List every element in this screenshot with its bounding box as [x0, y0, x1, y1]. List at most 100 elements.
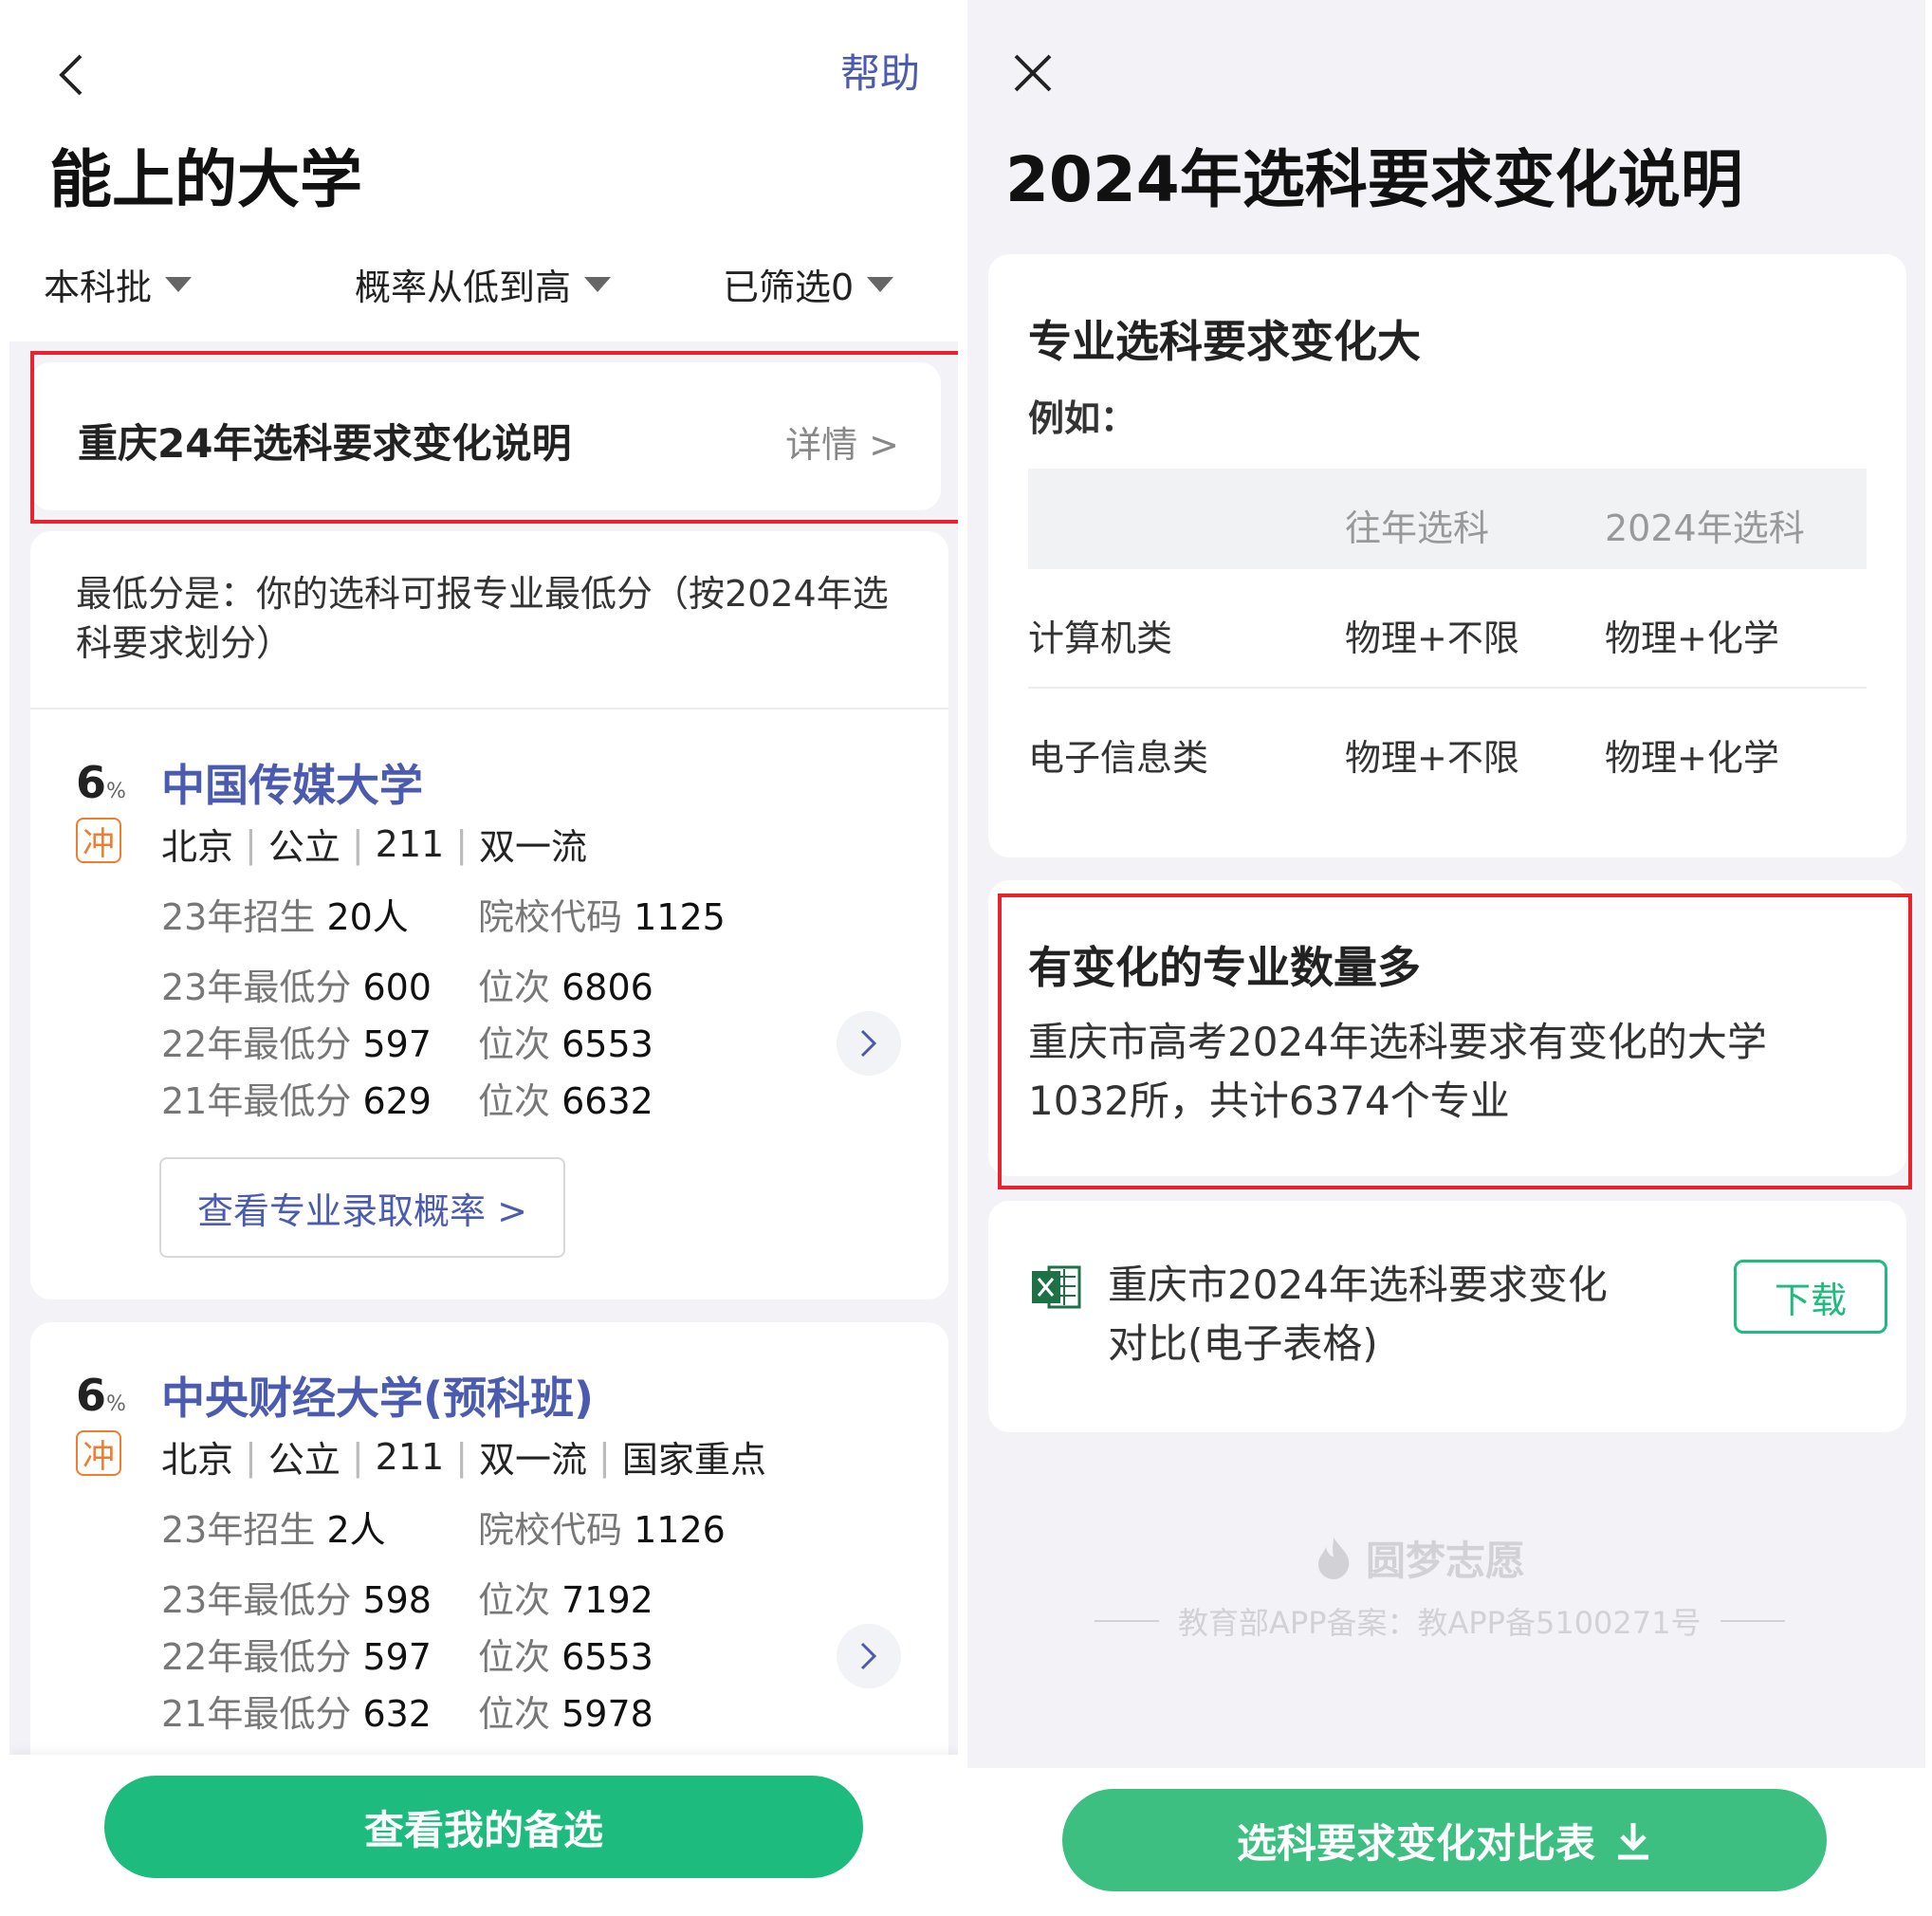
- rank-value: 6553: [561, 1636, 653, 1678]
- table-cell: 计算机类: [1028, 617, 1173, 659]
- enroll-value: 20人: [326, 896, 409, 938]
- score-label: 21年最低分: [161, 1080, 352, 1122]
- section-subtitle: 例如：: [1028, 397, 1137, 439]
- chevron-left-icon: [59, 54, 83, 96]
- view-major-probability-button[interactable]: 查看专业录取概率 >: [159, 1157, 565, 1258]
- close-button[interactable]: [1000, 40, 1066, 106]
- section-card: 专业选科要求变化大 例如： 往年选科 2024年选科 计算机类 物理+不限 物理…: [988, 254, 1906, 857]
- university-detail-button[interactable]: [837, 1011, 901, 1076]
- table-cell: 物理+化学: [1605, 737, 1779, 779]
- section-title: 专业选科要求变化大: [1028, 316, 1421, 367]
- highlight-frame: [998, 894, 1912, 1189]
- score-value: 597: [362, 1636, 432, 1678]
- rank-label: 位次: [478, 967, 551, 1008]
- code-value: 1125: [634, 896, 726, 938]
- score-row: 23年最低分 598: [161, 1571, 432, 1623]
- rank-value: 7192: [561, 1579, 653, 1621]
- enroll-label: 23年招生: [161, 1509, 316, 1551]
- enroll-label: 23年招生: [161, 896, 316, 938]
- rank-row: 位次 5978: [478, 1685, 653, 1737]
- university-name[interactable]: 中国传媒大学: [161, 751, 423, 814]
- probability-value: 6: [76, 1370, 107, 1421]
- tag: 公立: [267, 826, 340, 868]
- left-screen: 帮助 能上的大学 本科批 概率从低到高 已筛选0 重庆24年选科要求变化说明 详…: [9, 0, 958, 1916]
- brand-watermark: 圆梦志愿: [1313, 1529, 1525, 1587]
- university-detail-button[interactable]: [837, 1624, 901, 1688]
- filter-batch[interactable]: 本科批: [44, 258, 193, 310]
- dropdown-caret-icon: [867, 276, 894, 292]
- school-code: 院校代码 1126: [478, 1501, 726, 1553]
- close-icon: [1014, 54, 1052, 92]
- score-value: 598: [362, 1579, 432, 1621]
- university-tags: 北京 | 公立 | 211 | 双一流: [161, 818, 587, 870]
- table-header-cell: 往年选科: [1345, 507, 1490, 549]
- chevron-right-icon: [860, 1029, 877, 1058]
- tag: 211: [375, 822, 445, 865]
- page-title: 2024年选科要求变化说明: [1005, 143, 1743, 216]
- probability-unit: %: [106, 780, 126, 803]
- university-name[interactable]: 中央财经大学(预科班): [161, 1364, 594, 1427]
- file-name: 重庆市2024年选科要求变化对比(电子表格): [1108, 1262, 1608, 1367]
- probability: 6%: [76, 1370, 126, 1421]
- filter-selected[interactable]: 已筛选0: [723, 258, 894, 310]
- brand-name: 圆梦志愿: [1366, 1538, 1526, 1584]
- university-card[interactable]: 6% 中央财经大学(预科班) 冲 北京 | 公立 | 211 | 双一流 | 国家重点 …: [30, 1322, 948, 1796]
- rank-value: 6806: [561, 967, 653, 1008]
- university-list-card: 最低分是：你的选科可报专业最低分（按2024年选科要求划分） 6% 中国传媒大学…: [30, 531, 948, 1299]
- rank-row: 位次 6553: [478, 1628, 653, 1680]
- score-value: 597: [362, 1023, 432, 1065]
- record-text: 教育部APP备案：教APP备5100271号: [1178, 1605, 1702, 1641]
- rank-label: 位次: [478, 1579, 551, 1621]
- enroll-info: 23年招生 20人: [161, 888, 409, 940]
- download-button[interactable]: 下载: [1734, 1260, 1887, 1334]
- code-value: 1126: [634, 1509, 726, 1551]
- score-label: 23年最低分: [161, 1579, 352, 1621]
- back-button[interactable]: [38, 42, 104, 108]
- tag: 北京: [161, 826, 234, 868]
- rank-row: 位次 7192: [478, 1571, 653, 1623]
- score-note: 最低分是：你的选科可报专业最低分（按2024年选科要求划分）: [76, 573, 889, 664]
- score-row: 23年最低分 600: [161, 958, 432, 1010]
- score-row: 21年最低分 629: [161, 1072, 432, 1124]
- rank-label: 位次: [478, 1023, 551, 1065]
- page-title: 能上的大学: [49, 143, 362, 216]
- filter-selected-label: 已筛选0: [723, 267, 855, 308]
- table-cell: 物理+化学: [1605, 617, 1779, 659]
- rank-row: 位次 6632: [478, 1072, 653, 1124]
- dropdown-caret-icon: [165, 276, 193, 292]
- comparison-table-label: 选科要求变化对比表: [1236, 1819, 1595, 1867]
- filter-sort[interactable]: 概率从低到高: [355, 258, 612, 310]
- comparison-table-button[interactable]: 选科要求变化对比表: [1062, 1789, 1827, 1891]
- rank-value: 5978: [561, 1693, 653, 1735]
- probability-value: 6: [76, 757, 107, 808]
- filter-batch-label: 本科批: [44, 267, 153, 308]
- tag: 北京: [161, 1439, 234, 1481]
- excel-icon: [1030, 1262, 1081, 1313]
- rank-label: 位次: [478, 1693, 551, 1735]
- code-label: 院校代码: [478, 896, 623, 938]
- highlight-frame: [30, 351, 958, 524]
- download-icon: [1618, 1823, 1648, 1860]
- score-label: 21年最低分: [161, 1693, 352, 1735]
- rank-value: 6632: [561, 1080, 653, 1122]
- score-label: 22年最低分: [161, 1023, 352, 1065]
- table-cell: 物理+不限: [1345, 617, 1519, 659]
- table-header-cell: 2024年选科: [1605, 507, 1805, 549]
- rank-row: 位次 6553: [478, 1015, 653, 1067]
- divider: [1720, 1620, 1785, 1622]
- tag: 211: [375, 1435, 445, 1478]
- flame-logo-icon: [1318, 1537, 1350, 1579]
- enroll-value: 2人: [326, 1509, 386, 1551]
- score-label: 23年最低分: [161, 967, 352, 1008]
- filter-sort-label: 概率从低到高: [355, 267, 572, 308]
- row-divider: [1028, 687, 1867, 689]
- enroll-info: 23年招生 2人: [161, 1501, 386, 1553]
- table-cell: 物理+不限: [1345, 737, 1519, 779]
- view-my-choices-button[interactable]: 查看我的备选: [104, 1776, 863, 1878]
- risk-badge: 冲: [76, 1430, 121, 1476]
- record-watermark: 教育部APP备案：教APP备5100271号: [1095, 1599, 1785, 1643]
- help-link[interactable]: 帮助: [840, 42, 920, 100]
- school-code: 院校代码 1125: [478, 888, 726, 940]
- divider: [1095, 1620, 1159, 1622]
- rank-row: 位次 6806: [478, 958, 653, 1010]
